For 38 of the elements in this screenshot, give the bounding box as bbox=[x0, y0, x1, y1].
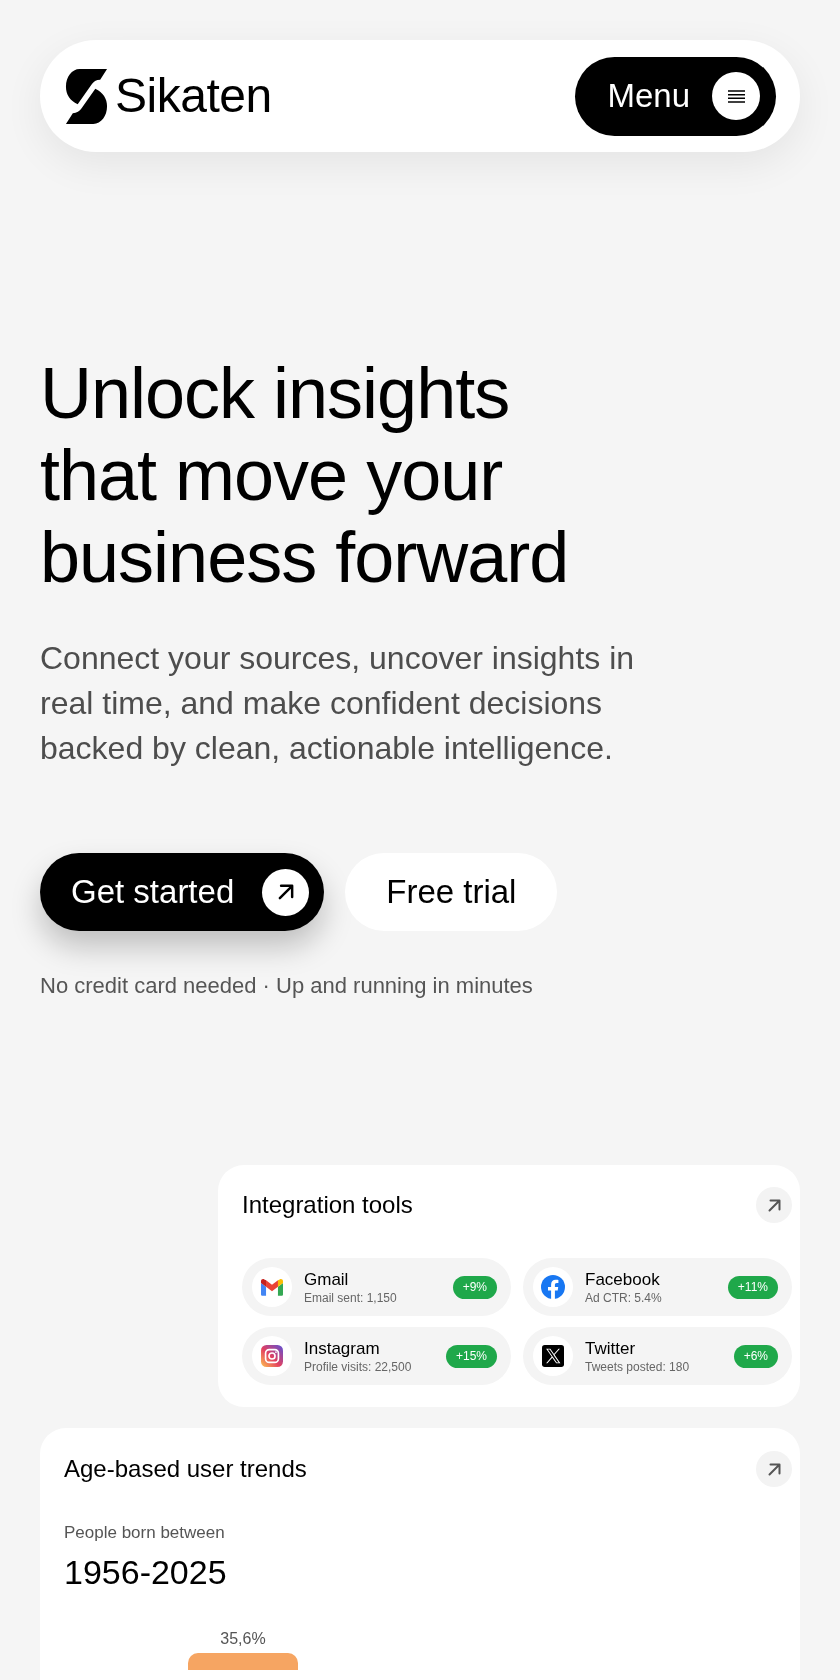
arrow-up-right-icon bbox=[767, 1462, 781, 1476]
growth-badge: +15% bbox=[445, 1344, 497, 1368]
integration-name: Facebook bbox=[585, 1268, 660, 1290]
card-title: Integration tools bbox=[242, 1190, 413, 1220]
hero-subtitle: Connect your sources, uncover insights in real time, and make confident decisions backed by clean, actionable intelligence. bbox=[40, 639, 636, 768]
x-logo-icon bbox=[533, 1336, 573, 1376]
year-range: 1956-2025 bbox=[64, 1552, 227, 1592]
secondary-button[interactable]: Free trial bbox=[345, 853, 558, 931]
integration-detail: Ad CTR: 5.4% bbox=[585, 1289, 662, 1306]
menu-icon bbox=[712, 72, 760, 120]
open-button[interactable] bbox=[756, 1187, 792, 1223]
brand-name: Sikaten bbox=[115, 72, 272, 120]
m-logo-icon bbox=[252, 1267, 292, 1307]
integration-item[interactable]: Twitter Tweets posted: 180 +6% bbox=[523, 1327, 792, 1385]
integration-detail: Profile visits: 22,500 bbox=[304, 1358, 412, 1375]
open-button[interactable] bbox=[756, 1451, 792, 1487]
menu-button[interactable]: Menu bbox=[575, 56, 776, 136]
card-title: Age-based user trends bbox=[64, 1454, 307, 1484]
integration-name: Gmail bbox=[304, 1268, 349, 1290]
integration-item[interactable]: Instagram Profile visits: 22,500 +15% bbox=[242, 1327, 511, 1385]
bar-value-label: 35,6% bbox=[220, 1629, 266, 1649]
integration-item[interactable]: Gmail Email sent: 1,150 +9% bbox=[242, 1258, 511, 1316]
growth-badge: +9% bbox=[452, 1275, 497, 1299]
hero-heading: Unlock insights that move your business forward bbox=[40, 352, 570, 598]
hero-note: No credit card needed · Up and running in minutes bbox=[40, 972, 533, 1000]
range-label: People born between bbox=[64, 1522, 225, 1544]
integration-item[interactable]: Facebook Ad CTR: 5.4% +11% bbox=[523, 1258, 792, 1316]
integration-name: Twitter bbox=[585, 1337, 636, 1359]
integration-name: Instagram bbox=[304, 1337, 380, 1359]
growth-badge: +11% bbox=[727, 1275, 778, 1299]
integration-detail: Tweets posted: 180 bbox=[585, 1358, 690, 1375]
f-logo-icon bbox=[533, 1267, 573, 1307]
arrow-up-right-icon bbox=[767, 1198, 781, 1212]
integration-detail: Email sent: 1,150 bbox=[304, 1289, 397, 1306]
primary-button[interactable]: Get started bbox=[40, 853, 325, 931]
growth-badge: +6% bbox=[733, 1344, 778, 1368]
camera-logo-icon bbox=[252, 1336, 292, 1376]
s-logo-icon bbox=[64, 66, 109, 126]
